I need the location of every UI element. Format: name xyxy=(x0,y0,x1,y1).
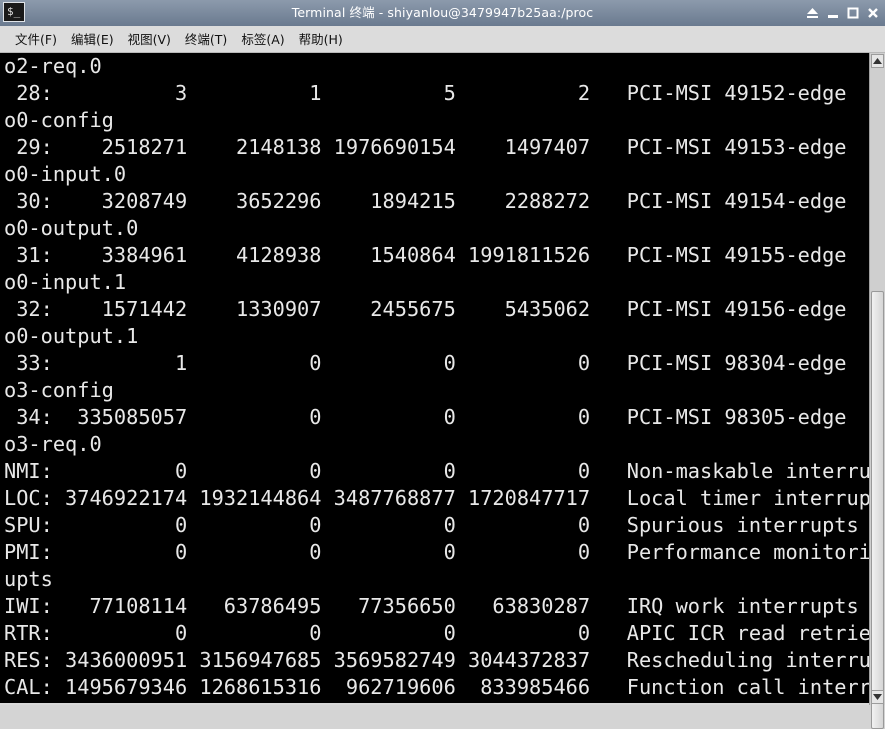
terminal-line: RTR: 0 0 0 0 APIC ICR read retries xyxy=(4,621,869,645)
terminal-line: 32: 1571442 1330907 2455675 5435062 PCI-… xyxy=(16,297,847,321)
terminal-line: 33: 1 0 0 0 PCI-MSI 98304-edge virti xyxy=(16,351,847,375)
terminal-line: upts xyxy=(4,567,53,591)
scroll-down-icon[interactable] xyxy=(871,690,884,704)
terminal-output[interactable]: o2-req.0 28: 3 1 5 2 PCI-MSI 49152-edge … xyxy=(0,53,869,703)
terminal-line: LOC: 3746922174 1932144864 3487768877 17… xyxy=(4,486,869,510)
close-icon[interactable] xyxy=(866,6,879,20)
terminal-line: o0-config xyxy=(4,108,114,132)
terminal-line: NMI: 0 0 0 0 Non-maskable interrupts xyxy=(4,459,869,483)
minimize-icon[interactable] xyxy=(826,6,839,20)
menu-help[interactable]: 帮助(H) xyxy=(292,26,350,53)
terminal-line: IWI: 77108114 63786495 77356650 63830287… xyxy=(4,594,859,618)
terminal-line: o0-output.0 xyxy=(4,216,139,240)
vertical-scrollbar[interactable] xyxy=(869,53,885,729)
menu-edit[interactable]: 编辑(E) xyxy=(64,26,121,53)
scroll-up-icon[interactable] xyxy=(871,54,884,68)
terminal-line: o0-input.1 xyxy=(4,270,127,294)
menu-view[interactable]: 视图(V) xyxy=(121,26,178,53)
terminal-line: 29: 2518271 2148138 1976690154 1497407 P… xyxy=(16,135,847,159)
terminal-line: 30: 3208749 3652296 1894215 2288272 PCI-… xyxy=(16,189,847,213)
terminal-line: RES: 3436000951 3156947685 3569582749 30… xyxy=(4,648,869,672)
menu-terminal[interactable]: 终端(T) xyxy=(178,26,234,53)
terminal-line: o3-config xyxy=(4,378,114,402)
window-title: Terminal 终端 - shiyanlou@3479947b25aa:/pr… xyxy=(291,5,594,20)
terminal-line: 31: 3384961 4128938 1540864 1991811526 P… xyxy=(16,243,847,267)
terminal-line: o0-output.1 xyxy=(4,324,139,348)
title-bar[interactable]: $_ Terminal 终端 - shiyanlou@3479947b25aa:… xyxy=(0,0,885,26)
menu-tabs[interactable]: 标签(A) xyxy=(234,26,291,53)
restore-icon[interactable] xyxy=(806,6,819,20)
menu-file[interactable]: 文件(F) xyxy=(8,26,64,53)
menu-bar: 文件(F) 编辑(E) 视图(V) 终端(T) 标签(A) 帮助(H) xyxy=(0,26,885,53)
terminal-line: o0-input.0 xyxy=(4,162,127,186)
terminal-line: o3-req.0 xyxy=(4,432,102,456)
terminal-window: $_ Terminal 终端 - shiyanlou@3479947b25aa:… xyxy=(0,0,885,729)
terminal-line: CAL: 1495679346 1268615316 962719606 833… xyxy=(4,675,869,699)
terminal-line: 28: 3 1 5 2 PCI-MSI 49152-edge virti xyxy=(16,81,847,105)
terminal-line: SPU: 0 0 0 0 Spurious interrupts xyxy=(4,513,859,537)
terminal-line: 34: 335085057 0 0 0 PCI-MSI 98305-edge v… xyxy=(16,405,847,429)
terminal-line: o2-req.0 xyxy=(4,54,102,78)
terminal-line: PMI: 0 0 0 0 Performance monitoring inte… xyxy=(4,540,869,564)
window-controls xyxy=(806,0,879,26)
maximize-icon[interactable] xyxy=(846,6,859,20)
scrollbar-thumb[interactable] xyxy=(871,291,884,729)
